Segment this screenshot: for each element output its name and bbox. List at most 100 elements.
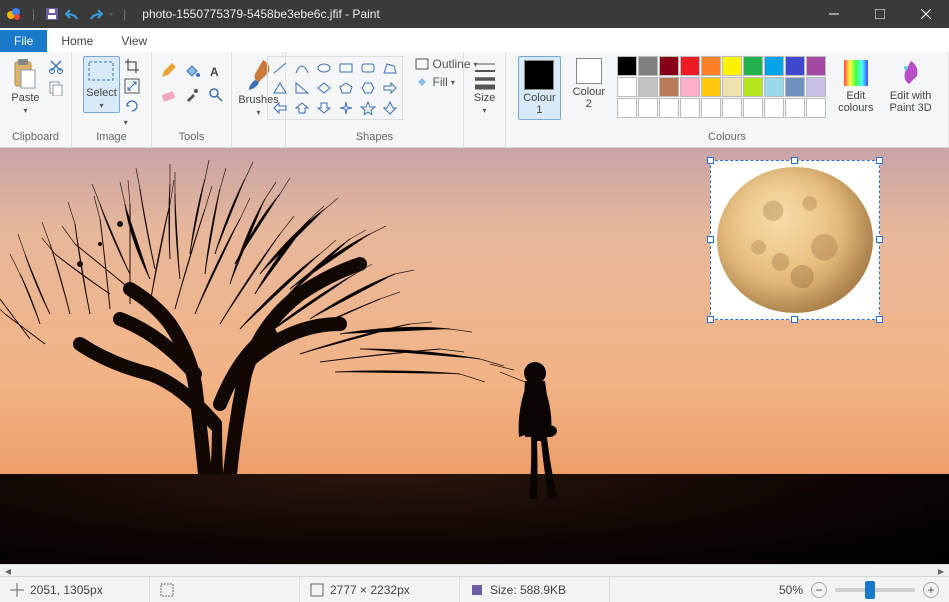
eraser-tool-icon[interactable] — [157, 84, 179, 106]
colour-swatch[interactable] — [617, 77, 637, 97]
select-button[interactable]: Select ▾ — [83, 56, 120, 113]
colour-swatch[interactable] — [638, 98, 658, 118]
edit-colours-button[interactable]: Edit colours — [834, 56, 877, 116]
rect-shape-icon[interactable] — [336, 59, 356, 77]
shapes-gallery[interactable] — [270, 59, 400, 117]
oval-shape-icon[interactable] — [314, 59, 334, 77]
canvas-area[interactable] — [0, 148, 949, 564]
colour-swatch[interactable] — [659, 98, 679, 118]
colour-swatch[interactable] — [638, 77, 658, 97]
tab-view[interactable]: View — [107, 30, 161, 52]
tab-file[interactable]: File — [0, 30, 47, 52]
selection-handle[interactable] — [876, 316, 883, 323]
redo-icon[interactable] — [87, 7, 103, 21]
colour-swatch[interactable] — [785, 56, 805, 76]
selection-handle[interactable] — [791, 157, 798, 164]
size-button[interactable]: Size ▾ — [469, 56, 501, 117]
cursor-position-icon — [10, 583, 24, 597]
selection-handle[interactable] — [707, 316, 714, 323]
arrow-down-shape-icon[interactable] — [314, 99, 334, 117]
scroll-right-icon[interactable]: ▸ — [933, 564, 949, 578]
polygon-shape-icon[interactable] — [380, 59, 400, 77]
rotate-icon[interactable]: ▾ — [124, 98, 140, 128]
colour-swatch[interactable] — [806, 77, 826, 97]
colour2-button[interactable]: Colour 2 — [569, 56, 609, 112]
hexagon-shape-icon[interactable] — [358, 79, 378, 97]
arrow-left-shape-icon[interactable] — [270, 99, 290, 117]
colour-swatch[interactable] — [701, 77, 721, 97]
triangle-shape-icon[interactable] — [270, 79, 290, 97]
fill-tool-icon[interactable] — [181, 60, 203, 82]
copy-icon[interactable] — [48, 80, 64, 96]
pasted-selection[interactable] — [710, 160, 880, 320]
picker-tool-icon[interactable] — [181, 84, 203, 106]
colour-swatch[interactable] — [659, 56, 679, 76]
horizontal-scrollbar[interactable]: ◂ ▸ — [0, 564, 949, 576]
status-bar: 2051, 1305px 2777 × 2232px Size: 588.9KB… — [0, 576, 949, 602]
select-rectangle-icon — [86, 59, 116, 85]
colour-swatch[interactable] — [680, 98, 700, 118]
pentagon-shape-icon[interactable] — [336, 79, 356, 97]
roundrect-shape-icon[interactable] — [358, 59, 378, 77]
arrow-right-shape-icon[interactable] — [380, 79, 400, 97]
colour-swatch[interactable] — [743, 77, 763, 97]
colour-swatch[interactable] — [701, 98, 721, 118]
maximize-button[interactable] — [857, 0, 903, 28]
save-icon[interactable] — [45, 7, 59, 21]
colour-swatch[interactable] — [764, 98, 784, 118]
colour-swatch[interactable] — [764, 56, 784, 76]
colour-swatch[interactable] — [722, 56, 742, 76]
colour-swatch[interactable] — [743, 56, 763, 76]
ribbon-tabs: File Home View — [0, 28, 949, 52]
colour-swatch[interactable] — [638, 56, 658, 76]
selection-handle[interactable] — [876, 236, 883, 243]
tab-home[interactable]: Home — [47, 30, 107, 52]
curve-shape-icon[interactable] — [292, 59, 312, 77]
close-button[interactable] — [903, 0, 949, 28]
scroll-left-icon[interactable]: ◂ — [0, 564, 16, 578]
colour-swatch[interactable] — [743, 98, 763, 118]
colour-swatch[interactable] — [701, 56, 721, 76]
line-shape-icon[interactable] — [270, 59, 290, 77]
right-triangle-icon[interactable] — [292, 79, 312, 97]
zoom-slider[interactable] — [835, 588, 915, 592]
colour-swatch[interactable] — [806, 98, 826, 118]
zoom-out-button[interactable]: − — [811, 582, 827, 598]
colour-swatch[interactable] — [617, 98, 637, 118]
colour-swatch[interactable] — [680, 56, 700, 76]
svg-text:A: A — [210, 65, 219, 79]
colour-swatch[interactable] — [785, 98, 805, 118]
minimize-button[interactable] — [811, 0, 857, 28]
paste-button[interactable]: Paste ▾ — [7, 56, 43, 117]
cut-icon[interactable] — [48, 58, 64, 74]
star5-shape-icon[interactable] — [358, 99, 378, 117]
magnifier-tool-icon[interactable] — [205, 84, 227, 106]
zoom-in-button[interactable]: + — [923, 582, 939, 598]
colour-swatch[interactable] — [764, 77, 784, 97]
pencil-tool-icon[interactable] — [157, 60, 179, 82]
selection-handle[interactable] — [707, 157, 714, 164]
crop-icon[interactable] — [124, 58, 140, 74]
selection-handle[interactable] — [876, 157, 883, 164]
star6-shape-icon[interactable] — [380, 99, 400, 117]
paint3d-button[interactable]: Edit with Paint 3D — [886, 56, 936, 116]
zoom-slider-thumb[interactable] — [865, 581, 875, 599]
text-tool-icon[interactable]: A — [205, 60, 227, 82]
selection-handle[interactable] — [707, 236, 714, 243]
resize-icon[interactable] — [124, 78, 140, 94]
colour-palette[interactable] — [617, 56, 826, 118]
qat-customize-icon[interactable]: ▾ — [109, 10, 113, 19]
colour-swatch[interactable] — [785, 77, 805, 97]
selection-handle[interactable] — [791, 316, 798, 323]
colour-swatch[interactable] — [680, 77, 700, 97]
colour-swatch[interactable] — [806, 56, 826, 76]
diamond-shape-icon[interactable] — [314, 79, 334, 97]
colour-swatch[interactable] — [722, 77, 742, 97]
colour1-button[interactable]: Colour 1 — [518, 56, 560, 120]
undo-icon[interactable] — [65, 7, 81, 21]
colour-swatch[interactable] — [659, 77, 679, 97]
colour-swatch[interactable] — [722, 98, 742, 118]
star4-shape-icon[interactable] — [336, 99, 356, 117]
arrow-up-shape-icon[interactable] — [292, 99, 312, 117]
colour-swatch[interactable] — [617, 56, 637, 76]
